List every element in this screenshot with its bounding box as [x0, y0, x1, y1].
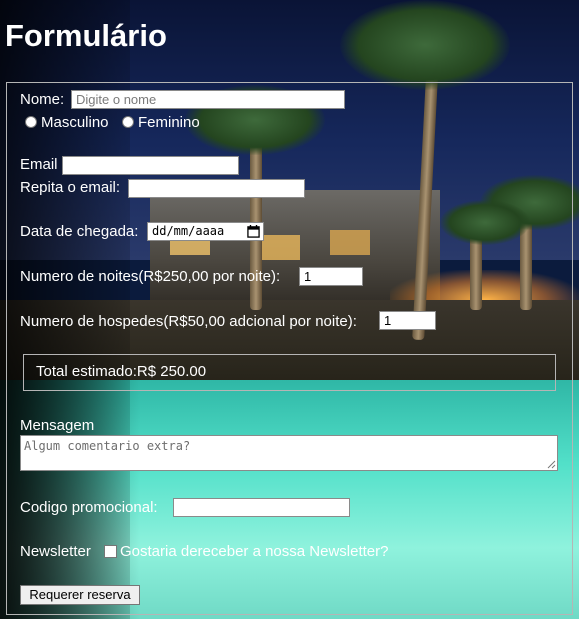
- promo-input[interactable]: [173, 498, 350, 517]
- radio-feminino-label: Feminino: [138, 114, 200, 131]
- newsletter-checkbox-label: Gostaria dereceber a nossa Newsletter?: [120, 543, 389, 560]
- repeat-email-field[interactable]: [128, 179, 305, 198]
- arrival-date-placeholder: dd/mm/aaaa: [152, 224, 225, 238]
- radio-masculino-label: Masculino: [41, 114, 109, 131]
- message-placeholder: Algum comentario extra?: [24, 439, 191, 453]
- submit-button[interactable]: Requerer reserva: [20, 585, 140, 605]
- message-label: Mensagem: [20, 417, 95, 434]
- name-input[interactable]: Digite o nome: [71, 90, 345, 109]
- name-label: Nome:: [20, 91, 65, 108]
- newsletter-label: Newsletter: [20, 543, 91, 560]
- guests-label: Numero de hospedes(R$50,00 adcional por …: [20, 313, 357, 330]
- nights-input[interactable]: 1: [299, 267, 363, 286]
- repeat-email-label: Repita o email:: [20, 179, 121, 196]
- resize-handle-icon[interactable]: [547, 460, 556, 469]
- email-field[interactable]: [62, 156, 239, 175]
- calendar-icon[interactable]: [247, 225, 260, 238]
- page-title: Formulário: [5, 18, 167, 53]
- email-label: Email: [20, 156, 58, 173]
- total-value: R$ 250.00: [136, 363, 207, 380]
- newsletter-checkbox[interactable]: [104, 545, 117, 558]
- radio-feminino[interactable]: [122, 116, 134, 128]
- radio-masculino[interactable]: [25, 116, 37, 128]
- nights-label: Numero de noites(R$250,00 por noite):: [20, 268, 281, 285]
- arrival-date-label: Data de chegada:: [20, 223, 139, 240]
- message-textarea[interactable]: Algum comentario extra?: [20, 435, 558, 471]
- total-label: Total estimado:R$ 250.00: [36, 363, 207, 380]
- promo-label: Codigo promocional:: [20, 499, 158, 516]
- arrival-date-input[interactable]: dd/mm/aaaa: [147, 222, 264, 241]
- guests-input[interactable]: 1: [379, 311, 436, 330]
